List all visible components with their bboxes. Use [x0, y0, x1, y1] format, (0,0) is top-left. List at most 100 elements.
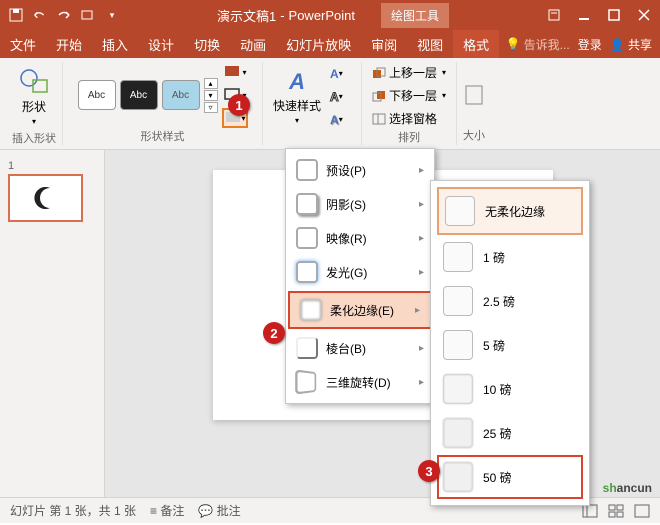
- text-outline-dropdown[interactable]: A▾: [329, 87, 355, 107]
- menu-item-shadow[interactable]: 阴影(S)▸: [286, 187, 434, 221]
- gallery-more-button[interactable]: ▿: [204, 102, 218, 113]
- shape-fill-dropdown[interactable]: ▾: [222, 62, 248, 82]
- menu-item-3d-rotation[interactable]: 三维旋转(D)▸: [286, 365, 434, 399]
- soft-edges-50pt[interactable]: 50 磅: [437, 455, 583, 499]
- group-label-insert-shapes: 插入形状: [12, 130, 56, 148]
- start-from-beginning-icon[interactable]: [80, 7, 96, 23]
- soft-edges-2-5pt[interactable]: 2.5 磅: [437, 279, 583, 323]
- moon-shape-icon: [32, 184, 60, 212]
- close-icon[interactable]: [636, 7, 652, 23]
- soft-edge-preview-10: [443, 374, 473, 404]
- ribbon-tabs: 文件 开始 插入 设计 切换 动画 幻灯片放映 审阅 视图 格式 💡告诉我...…: [0, 30, 660, 58]
- soft-edge-preview-2-5: [443, 286, 473, 316]
- bring-forward-icon: [372, 67, 386, 79]
- soft-edges-10pt[interactable]: 10 磅: [437, 367, 583, 411]
- context-tab-label: 绘图工具: [381, 3, 449, 28]
- soft-edge-preview-1: [443, 242, 473, 272]
- soft-edges-1pt[interactable]: 1 磅: [437, 235, 583, 279]
- quick-styles-button[interactable]: A 快速样式 ▾: [269, 65, 325, 129]
- watermark: shancun: [603, 479, 652, 497]
- ribbon-group-wordart: A 快速样式 ▾ A▾ A▾ A▾: [263, 62, 362, 145]
- callout-2: 2: [263, 322, 285, 344]
- document-title: 演示文稿1: [217, 6, 276, 25]
- gallery-up-button[interactable]: ▴: [204, 78, 218, 89]
- soft-edge-preview-25: [443, 418, 473, 448]
- preset-icon: [296, 159, 318, 181]
- menu-item-bevel[interactable]: 棱台(B)▸: [286, 331, 434, 365]
- soft-edges-25pt[interactable]: 25 磅: [437, 411, 583, 455]
- tab-view[interactable]: 视图: [407, 30, 453, 58]
- style-gallery-nav: ▴ ▾ ▿: [204, 78, 218, 113]
- callout-3: 3: [418, 460, 440, 482]
- minimize-icon[interactable]: [576, 7, 592, 23]
- tell-me-input[interactable]: 💡告诉我...: [506, 36, 570, 53]
- rotation-3d-icon: [295, 369, 316, 394]
- menu-item-soft-edges[interactable]: 柔化边缘(E)▸: [288, 291, 432, 329]
- tab-file[interactable]: 文件: [0, 30, 46, 58]
- menu-item-reflection[interactable]: 映像(R)▸: [286, 221, 434, 255]
- slide-counter: 幻灯片 第 1 张，共 1 张: [10, 502, 136, 519]
- reading-view-button[interactable]: [634, 504, 650, 518]
- group-label-arrange: 排列: [398, 129, 420, 147]
- notes-button[interactable]: ≡ 备注: [150, 502, 184, 519]
- style-preset-3[interactable]: Abc: [162, 80, 200, 110]
- menu-item-glow[interactable]: 发光(G)▸: [286, 255, 434, 289]
- tab-transitions[interactable]: 切换: [184, 30, 230, 58]
- group-label-size: 大小: [463, 127, 485, 145]
- send-backward-button[interactable]: 下移一层▾: [368, 85, 450, 106]
- submenu-arrow-icon: ▸: [419, 343, 424, 354]
- soft-edge-preview-50: [443, 462, 473, 492]
- lightbulb-icon: 💡: [506, 37, 521, 51]
- style-preset-1[interactable]: Abc: [78, 80, 116, 110]
- soft-edges-5pt[interactable]: 5 磅: [437, 323, 583, 367]
- soft-edges-none[interactable]: 无柔化边缘: [437, 187, 583, 235]
- soft-edges-submenu: 无柔化边缘 1 磅 2.5 磅 5 磅 10 磅 25 磅 50 磅: [430, 180, 590, 506]
- style-preset-2[interactable]: Abc: [120, 80, 158, 110]
- group-label-shape-styles: 形状样式: [141, 128, 185, 146]
- gallery-down-button[interactable]: ▾: [204, 90, 218, 101]
- text-fill-dropdown[interactable]: A▾: [329, 64, 355, 84]
- tab-design[interactable]: 设计: [138, 30, 184, 58]
- menu-item-preset[interactable]: 预设(P)▸: [286, 153, 434, 187]
- submenu-arrow-icon: ▸: [419, 377, 424, 388]
- send-backward-icon: [372, 90, 386, 102]
- qat-dropdown-icon[interactable]: ▾: [104, 7, 120, 23]
- save-icon[interactable]: [8, 7, 24, 23]
- ribbon-group-size: 大小: [457, 62, 491, 145]
- sorter-view-button[interactable]: [608, 504, 624, 518]
- bring-forward-button[interactable]: 上移一层▾: [368, 62, 450, 83]
- tab-slideshow[interactable]: 幻灯片放映: [276, 30, 361, 58]
- tab-format[interactable]: 格式: [453, 30, 499, 58]
- tab-review[interactable]: 审阅: [361, 30, 407, 58]
- tab-insert[interactable]: 插入: [92, 30, 138, 58]
- text-effects-dropdown[interactable]: A▾: [329, 110, 355, 130]
- comments-button[interactable]: 💬 批注: [198, 502, 240, 519]
- share-button[interactable]: 👤 共享: [610, 36, 652, 53]
- maximize-icon[interactable]: [606, 7, 622, 23]
- size-icon: [464, 80, 484, 110]
- glow-icon: [296, 261, 318, 283]
- shape-effects-menu: 预设(P)▸ 阴影(S)▸ 映像(R)▸ 发光(G)▸ 柔化边缘(E)▸ 棱台(…: [285, 148, 435, 404]
- redo-icon[interactable]: [56, 7, 72, 23]
- shapes-gallery-button[interactable]: 形状 ▾: [13, 62, 55, 130]
- submenu-arrow-icon: ▸: [419, 267, 424, 278]
- callout-1: 1: [228, 94, 250, 116]
- submenu-arrow-icon: ▸: [415, 305, 420, 316]
- title-separator: -: [280, 8, 284, 23]
- reflection-icon: [296, 227, 318, 249]
- shadow-icon: [296, 193, 318, 215]
- tab-home[interactable]: 开始: [46, 30, 92, 58]
- undo-icon[interactable]: [32, 7, 48, 23]
- titlebar: ▾ 演示文稿1 - PowerPoint 绘图工具: [0, 0, 660, 30]
- submenu-arrow-icon: ▸: [419, 165, 424, 176]
- ribbon-group-insert-shapes: 形状 ▾ 插入形状: [6, 62, 63, 145]
- submenu-arrow-icon: ▸: [419, 199, 424, 210]
- selection-pane-button[interactable]: 选择窗格: [368, 108, 441, 129]
- tab-animations[interactable]: 动画: [230, 30, 276, 58]
- slide-thumbnail-1[interactable]: [8, 174, 83, 222]
- signin-link[interactable]: 登录: [578, 36, 602, 53]
- quick-styles-label: 快速样式: [273, 97, 321, 114]
- thumbnail-panel: 1: [0, 150, 105, 497]
- ribbon-options-icon[interactable]: [546, 7, 562, 23]
- soft-edge-preview-5: [443, 330, 473, 360]
